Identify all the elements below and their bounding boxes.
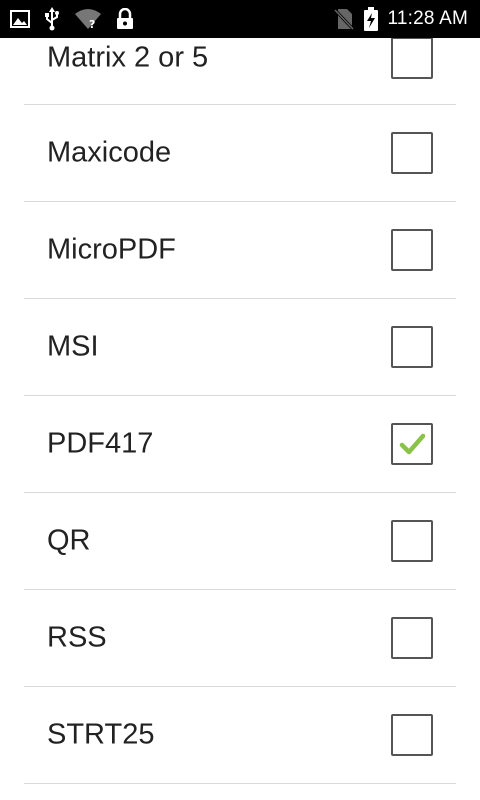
checkbox[interactable] [391, 520, 433, 562]
checkbox[interactable] [391, 37, 433, 79]
list-item-label: MSI [47, 330, 99, 363]
list-item-label: Matrix 2 or 5 [47, 41, 209, 74]
list-item-label: QR [47, 524, 91, 557]
usb-icon [44, 7, 60, 31]
list-item-label: RSS [47, 621, 107, 654]
list-item-label: PDF417 [47, 427, 154, 460]
list-item[interactable]: Maxicode [24, 105, 456, 202]
list-item[interactable]: PDF417 [24, 396, 456, 493]
lock-icon [116, 8, 134, 30]
list-item-label: MicroPDF [47, 233, 176, 266]
list-item[interactable]: STRT25 [24, 687, 456, 784]
list-item-label: Maxicode [47, 136, 172, 169]
list-item[interactable]: Matrix 2 or 5 [24, 37, 456, 105]
status-left: ? [0, 7, 134, 31]
checkbox[interactable] [391, 617, 433, 659]
checkbox[interactable] [391, 132, 433, 174]
list-item-label: STRT25 [47, 718, 155, 751]
checkbox[interactable] [391, 326, 433, 368]
svg-text:?: ? [89, 18, 95, 30]
list-item[interactable]: QR [24, 493, 456, 590]
symbology-list: Matrix 2 or 5 Maxicode MicroPDF MSI PDF417 QR… [24, 37, 456, 784]
status-clock: 11:28 AM [387, 8, 468, 29]
checkmark-icon [399, 431, 426, 462]
status-bar: ? 11:28 AM [0, 0, 480, 38]
list-item[interactable]: MicroPDF [24, 202, 456, 299]
wifi-unknown-icon: ? [74, 8, 102, 30]
image-icon [10, 9, 30, 29]
list-item[interactable]: RSS [24, 590, 456, 687]
checkbox[interactable] [391, 714, 433, 756]
checkbox[interactable] [391, 229, 433, 271]
list-item[interactable]: MSI [24, 299, 456, 396]
checkbox[interactable] [391, 423, 433, 465]
no-sim-icon [333, 8, 354, 30]
status-right: 11:28 AM [333, 7, 480, 31]
battery-charging-icon [363, 7, 378, 31]
